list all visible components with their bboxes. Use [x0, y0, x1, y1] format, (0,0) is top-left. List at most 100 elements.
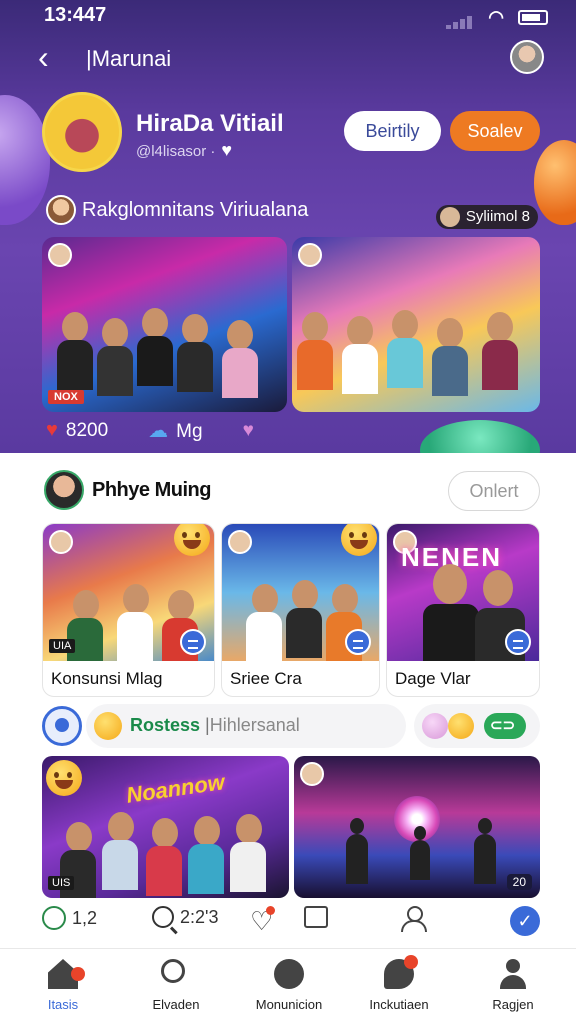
- green-balloon: [420, 420, 540, 453]
- top-navbar: ‹ |Marunai: [0, 38, 576, 82]
- person-icon: [498, 959, 528, 989]
- like-action[interactable]: ♡: [250, 906, 276, 937]
- back-button[interactable]: ‹: [38, 38, 68, 78]
- content-card[interactable]: Sriee Cra: [221, 523, 380, 697]
- status-time: 13:447: [44, 4, 107, 26]
- post-image-1[interactable]: NOX: [42, 237, 287, 412]
- card-label: Sriee Cra: [230, 669, 302, 688]
- smile-emoji-icon: [341, 524, 377, 556]
- notification-dot: [71, 967, 85, 981]
- gallery-image-1[interactable]: Noannow UIS: [42, 756, 289, 898]
- profile-header: 13:447 ◠ ‹ |Marunai HiraDa Vitiail @l4li…: [0, 0, 576, 453]
- user-icon: [400, 906, 427, 932]
- neon-title: Noannow: [124, 769, 227, 808]
- check-icon: ✓: [510, 906, 540, 936]
- card-avatar: [49, 530, 73, 554]
- comment-icon: [42, 906, 66, 930]
- crowd-graphic: [292, 302, 540, 412]
- user-avatar[interactable]: [510, 40, 544, 74]
- heart-outline-icon[interactable]: ♥: [243, 420, 254, 442]
- card-avatar: [228, 530, 252, 554]
- search-icon: [161, 959, 191, 989]
- profile-handle-text: @l4lisasor ·: [136, 143, 216, 160]
- comments-stat[interactable]: ☁ Mg: [148, 418, 202, 443]
- comment-count: 1,2: [72, 907, 98, 928]
- nav-label: Monunicion: [255, 997, 323, 1012]
- profile-action[interactable]: [400, 906, 427, 932]
- blush-emoji-icon[interactable]: [422, 713, 448, 739]
- nav-item-messages[interactable]: Inckutiaen: [344, 955, 454, 1012]
- chart-icon: [274, 959, 304, 989]
- section-avatar[interactable]: [44, 470, 84, 510]
- nav-label: Inckutiaen: [369, 997, 429, 1012]
- gallery-image-2[interactable]: 20: [294, 756, 540, 898]
- heart-icon: ♥: [46, 419, 58, 441]
- card-tag: UIA: [49, 639, 76, 653]
- wifi-icon: ◠: [488, 7, 504, 27]
- cloud-icon: ☁: [148, 420, 169, 442]
- check-action[interactable]: ✓: [510, 906, 540, 936]
- gallery-tag: UIS: [48, 876, 75, 890]
- emoji-icon: [94, 712, 122, 740]
- community-row[interactable]: Rakglomnitans Viriualana: [46, 194, 308, 226]
- notification-dot: [404, 955, 418, 969]
- search-count: 2:2'3: [180, 906, 219, 927]
- card-image: NENEN: [387, 524, 539, 661]
- follow-button[interactable]: Beirtily: [344, 111, 441, 151]
- post-badge: NOX: [48, 390, 84, 404]
- poster-avatar: [48, 243, 72, 267]
- battery-icon: [518, 10, 548, 25]
- nav-label: Ragjen: [492, 997, 534, 1012]
- profile-handle: @l4lisasor · ♥: [136, 140, 232, 161]
- bottom-navigation: Itasis Elvaden Monunicion Inckutiaen Rag…: [0, 948, 576, 1024]
- action-button[interactable]: Soalev: [450, 111, 540, 151]
- post-image-2[interactable]: [292, 237, 540, 412]
- purple-balloon: [0, 95, 50, 225]
- reaction-picker[interactable]: [414, 704, 540, 748]
- comment-action[interactable]: 1,2: [42, 906, 97, 930]
- profile-avatar[interactable]: [42, 92, 122, 172]
- search-toggle-icon[interactable]: [42, 706, 82, 746]
- card-image: UIA: [43, 524, 214, 661]
- nav-item-explore[interactable]: Elvaden: [121, 959, 231, 1012]
- nav-item-profile[interactable]: Ragjen: [458, 959, 568, 1012]
- search-input[interactable]: Rostess |Hihlersanal: [86, 704, 406, 748]
- smile-emoji-icon: [174, 524, 210, 556]
- likes-stat[interactable]: ♥ 8200: [46, 419, 108, 442]
- content-card[interactable]: UIA Konsunsi Mlag: [42, 523, 215, 697]
- chat-icon[interactable]: [180, 629, 206, 655]
- orange-balloon: [534, 140, 576, 225]
- chat-icon[interactable]: [345, 629, 371, 655]
- nav-item-activity[interactable]: Monunicion: [234, 959, 344, 1012]
- community-name: Rakglomnitans Viriualana: [82, 198, 309, 221]
- smile-emoji-icon[interactable]: [448, 713, 474, 739]
- poster-avatar: [298, 243, 322, 267]
- status-bar: 13:447 ◠: [44, 4, 548, 29]
- search-action[interactable]: 2:2'3: [152, 906, 218, 928]
- smile-emoji-icon: [46, 760, 82, 796]
- chat-icon[interactable]: [505, 629, 531, 655]
- card-image: [222, 524, 379, 661]
- community-avatar: [46, 195, 76, 225]
- online-button[interactable]: Onlert: [448, 471, 540, 511]
- gallery-badge: 20: [506, 874, 532, 890]
- likes-count: 8200: [65, 420, 109, 441]
- search-placeholder: Hihlersanal: [209, 715, 300, 735]
- nav-label: Elvaden: [152, 997, 200, 1012]
- chat-icon: [384, 955, 418, 989]
- heart-icon: ♥: [221, 140, 233, 160]
- section-user-name: Phhye Muing: [92, 479, 211, 501]
- message-action[interactable]: [304, 906, 328, 928]
- comments-count: Mg: [176, 421, 203, 442]
- search-prefix: Rostess: [130, 715, 201, 735]
- heart-icon: ♡: [250, 906, 276, 936]
- search-icon: [152, 906, 174, 928]
- search-row: Rostess |Hihlersanal: [42, 704, 540, 748]
- search-text: Rostess |Hihlersanal: [130, 715, 300, 736]
- link-icon[interactable]: [484, 713, 526, 739]
- community-tag[interactable]: Syliimol 8: [435, 205, 538, 229]
- nav-item-home[interactable]: Itasis: [8, 959, 118, 1012]
- signal-icon: [446, 6, 474, 29]
- content-card[interactable]: NENEN Dage Vlar: [386, 523, 540, 697]
- card-label: Dage Vlar: [395, 669, 471, 688]
